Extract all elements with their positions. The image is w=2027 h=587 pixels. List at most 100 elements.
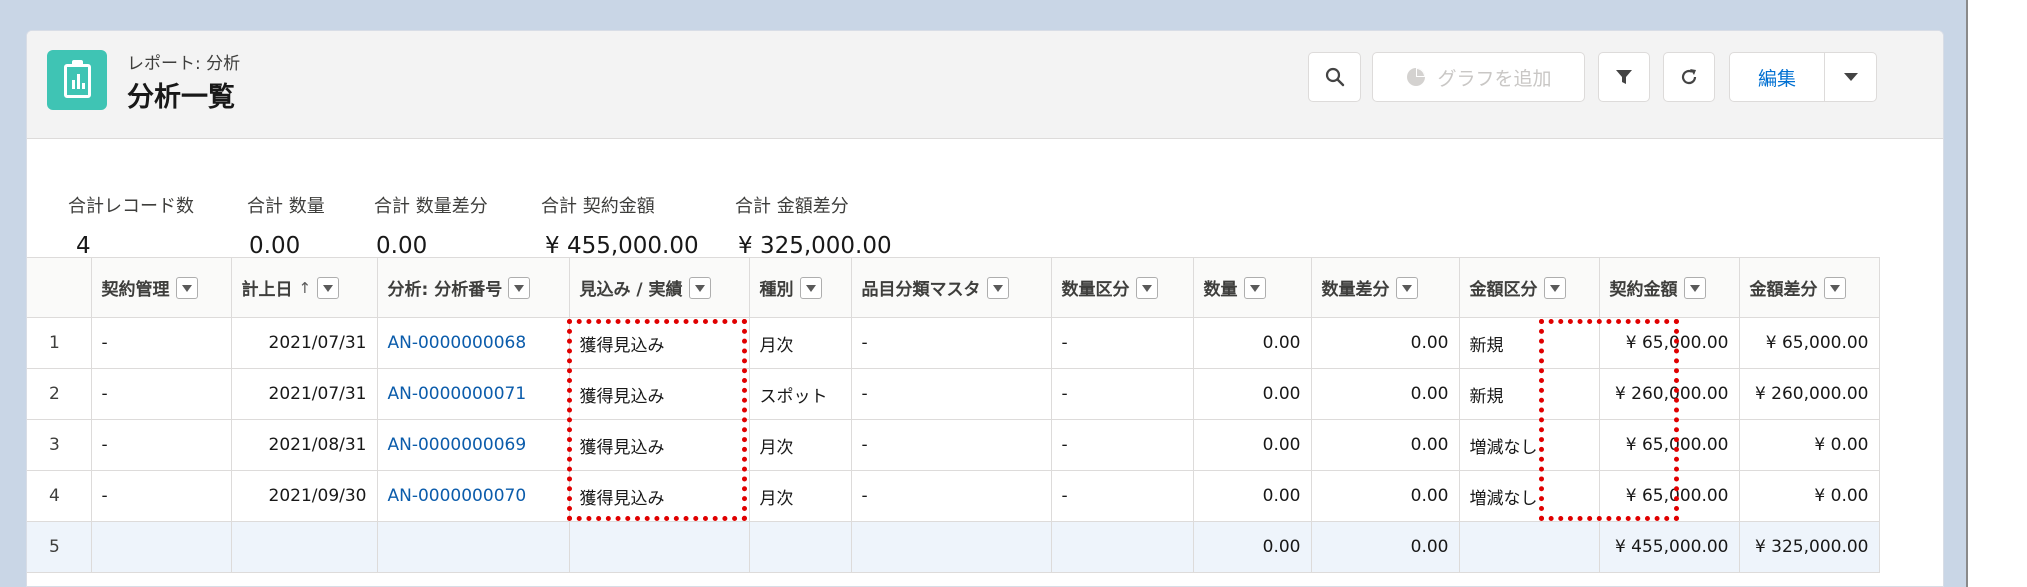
table-cell: - <box>1051 419 1194 471</box>
report-header: レポート: 分析 分析一覧 グラフを追加 編集 <box>27 31 1943 139</box>
table-header-row: 契約管理 計上日 ↑ 分析: 分析番号 見込み / 実績 種別 品目分類マスタ 数… <box>27 257 1880 318</box>
table-cell: 月次 <box>749 470 852 522</box>
total-cell: ¥ 455,000.00 <box>1599 521 1740 573</box>
table-cell <box>569 521 750 573</box>
table-cell: スポット <box>749 368 852 420</box>
column-header: 分析: 分析番号 <box>377 257 570 318</box>
grand-total-row: 5 0.00 0.00 ¥ 455,000.00 ¥ 325,000.00 <box>27 521 1880 573</box>
add-chart-label: グラフを追加 <box>1437 67 1552 90</box>
table-cell: - <box>91 368 232 420</box>
page-title: 分析一覧 <box>127 82 235 113</box>
column-menu-button[interactable] <box>688 276 711 299</box>
column-label: 金額差分 <box>1749 280 1818 300</box>
table-cell: ¥ 65,000.00 <box>1739 317 1880 369</box>
column-header: 契約金額 <box>1599 257 1740 318</box>
column-header: 計上日 ↑ <box>231 257 378 318</box>
table-cell <box>851 521 1052 573</box>
summary-value: 4 <box>76 233 91 259</box>
row-number: 2 <box>27 368 92 420</box>
table-cell: ¥ 260,000.00 <box>1599 368 1740 420</box>
sort-ascending-icon[interactable]: ↑ <box>299 279 312 297</box>
column-label: 数量区分 <box>1061 280 1130 300</box>
row-number: 5 <box>27 521 92 573</box>
column-header: 見込み / 実績 <box>569 257 750 318</box>
table-row: 4 - 2021/09/30 AN-0000000070 獲得見込み 月次 - … <box>27 470 1880 522</box>
screenshot-frame: レポート: 分析 分析一覧 グラフを追加 編集 合計レコード数 4 合計 数量 … <box>0 0 1968 587</box>
row-number-header <box>27 257 92 318</box>
record-link[interactable]: AN-0000000069 <box>377 419 570 471</box>
table-cell: 獲得見込み <box>569 419 750 471</box>
report-panel: レポート: 分析 分析一覧 グラフを追加 編集 合計レコード数 4 合計 数量 … <box>26 30 1944 587</box>
column-label: 契約金額 <box>1609 280 1678 300</box>
table-cell <box>231 521 378 573</box>
column-label: 数量 <box>1203 280 1238 300</box>
table-cell: ¥ 65,000.00 <box>1599 419 1740 471</box>
column-menu-button[interactable] <box>1683 276 1706 299</box>
column-header: 数量区分 <box>1051 257 1194 318</box>
table-cell: - <box>851 470 1052 522</box>
column-menu-button[interactable] <box>1823 276 1846 299</box>
table-cell: - <box>91 419 232 471</box>
record-link[interactable]: AN-0000000071 <box>377 368 570 420</box>
table-cell <box>1459 521 1600 573</box>
table-cell: - <box>1051 368 1194 420</box>
table-cell: 0.00 <box>1193 317 1312 369</box>
report-icon <box>47 50 107 110</box>
column-header: 契約管理 <box>91 257 232 318</box>
column-header: 数量差分 <box>1311 257 1460 318</box>
column-menu-button[interactable] <box>175 276 198 299</box>
column-menu-button[interactable] <box>317 276 340 299</box>
record-link[interactable]: AN-0000000068 <box>377 317 570 369</box>
edit-menu-button[interactable] <box>1824 52 1877 102</box>
table-cell: 増減なし <box>1459 419 1600 471</box>
table-cell: - <box>91 470 232 522</box>
column-label: 見込み / 実績 <box>579 280 683 300</box>
column-header: 数量 <box>1193 257 1312 318</box>
column-menu-button[interactable] <box>1243 276 1266 299</box>
table-cell: 獲得見込み <box>569 317 750 369</box>
column-menu-button[interactable] <box>1543 276 1566 299</box>
table-cell: 2021/07/31 <box>231 368 378 420</box>
edit-label: 編集 <box>1757 67 1796 90</box>
summary-value: ¥ 325,000.00 <box>738 233 892 259</box>
summary-value: 0.00 <box>249 233 301 259</box>
column-menu-button[interactable] <box>1135 276 1158 299</box>
table-cell: 2021/09/30 <box>231 470 378 522</box>
refresh-icon <box>1681 69 1697 85</box>
edit-button[interactable]: 編集 <box>1729 52 1825 102</box>
column-label: 金額区分 <box>1469 280 1538 300</box>
table-row: 2 - 2021/07/31 AN-0000000071 獲得見込み スポット … <box>27 368 1880 420</box>
total-cell: ¥ 325,000.00 <box>1739 521 1880 573</box>
table-cell: 2021/08/31 <box>231 419 378 471</box>
table-cell: 2021/07/31 <box>231 317 378 369</box>
table-cell: - <box>851 419 1052 471</box>
column-menu-button[interactable] <box>508 276 531 299</box>
refresh-button[interactable] <box>1663 52 1715 102</box>
table-cell: 増減なし <box>1459 470 1600 522</box>
table-cell: 0.00 <box>1193 470 1312 522</box>
table-cell: 新規 <box>1459 317 1600 369</box>
summary-label: 合計 金額差分 <box>735 196 849 217</box>
summary-value: 0.00 <box>376 233 428 259</box>
record-link[interactable]: AN-0000000070 <box>377 470 570 522</box>
table-cell: ¥ 260,000.00 <box>1739 368 1880 420</box>
search-button[interactable] <box>1308 52 1361 102</box>
table-cell: 0.00 <box>1311 470 1460 522</box>
column-label: 種別 <box>759 280 794 300</box>
table-cell: - <box>851 368 1052 420</box>
filter-button[interactable] <box>1598 52 1650 102</box>
column-menu-button[interactable] <box>986 276 1009 299</box>
column-menu-button[interactable] <box>1395 276 1418 299</box>
table-cell <box>91 521 232 573</box>
column-label: 計上日 <box>241 280 293 300</box>
table-cell: 獲得見込み <box>569 470 750 522</box>
table-cell: - <box>851 317 1052 369</box>
column-label: 品目分類マスタ <box>861 280 981 300</box>
summary-label: 合計レコード数 <box>68 196 194 217</box>
column-menu-button[interactable] <box>799 276 822 299</box>
table-row: 3 - 2021/08/31 AN-0000000069 獲得見込み 月次 - … <box>27 419 1880 471</box>
table-cell: - <box>91 317 232 369</box>
table-cell: 0.00 <box>1193 419 1312 471</box>
report-type-label: レポート: 分析 <box>127 54 241 74</box>
add-chart-button[interactable]: グラフを追加 <box>1372 52 1585 102</box>
